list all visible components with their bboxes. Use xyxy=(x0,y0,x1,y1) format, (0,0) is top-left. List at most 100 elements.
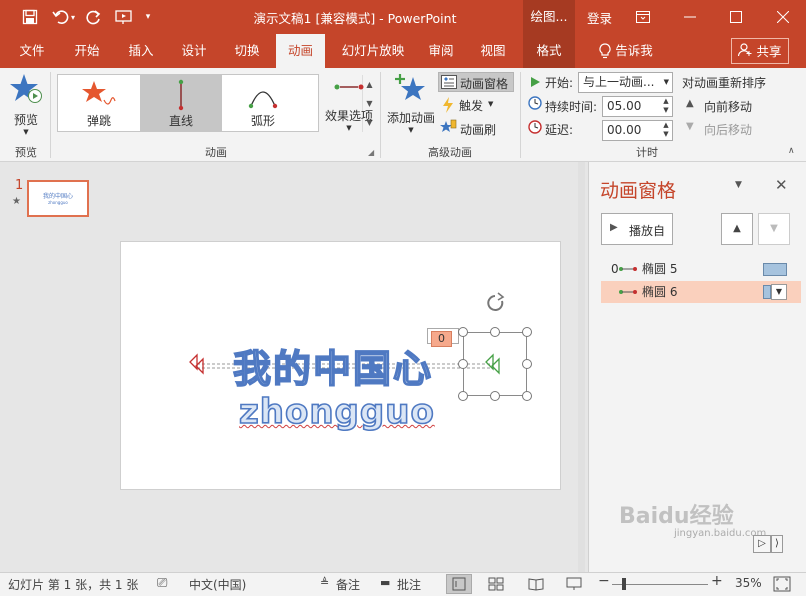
advanced-animation-group-label: 高级动画 xyxy=(428,146,472,159)
zoom-level[interactable]: 35% xyxy=(735,576,762,590)
language-indicator[interactable]: 中文(中国) xyxy=(189,576,246,593)
animation-order-tag[interactable]: 0 xyxy=(431,331,452,347)
animation-dialog-launcher-icon[interactable]: ◢ xyxy=(368,148,374,157)
animation-list-item[interactable]: 0 椭圆 5 xyxy=(601,258,801,280)
normal-view-button[interactable] xyxy=(446,574,472,594)
minimize-icon[interactable] xyxy=(671,0,709,34)
add-animation-button[interactable]: 添加动画 ▼ xyxy=(386,72,436,142)
lightbulb-icon xyxy=(595,34,615,68)
animation-item-line[interactable]: 直线 xyxy=(140,75,222,131)
add-animation-dropdown-icon: ▼ xyxy=(408,126,414,134)
preview-dropdown-icon: ▼ xyxy=(23,128,29,136)
tab-insert[interactable]: 插入 xyxy=(118,34,164,68)
vertical-scrollbar[interactable] xyxy=(578,162,585,572)
duration-field[interactable]: 05.00 ▲ ▼ xyxy=(602,96,673,117)
zoom-slider-track[interactable] xyxy=(612,584,708,585)
redo-icon[interactable] xyxy=(83,6,105,28)
tab-file[interactable]: 文件 xyxy=(9,34,55,68)
window-title: 演示文稿1 [兼容模式] - PowerPoint xyxy=(253,11,457,26)
start-from-beginning-icon[interactable] xyxy=(113,6,135,28)
tab-review[interactable]: 审阅 xyxy=(418,34,464,68)
pane-close-icon[interactable]: ✕ xyxy=(775,176,788,194)
preview-group-label: 预览 xyxy=(15,146,37,159)
effect-options-label: 效果选项 xyxy=(324,109,373,123)
preview-label: 预览 xyxy=(13,113,38,127)
start-dropdown-icon: ▼ xyxy=(663,78,669,86)
comments-button[interactable]: 批注 xyxy=(397,576,421,593)
start-dropdown[interactable]: 与上一动画... ▼ xyxy=(578,72,673,93)
animation-pane-title: 动画窗格 xyxy=(600,180,677,202)
arc-path-icon xyxy=(248,91,278,109)
maximize-icon[interactable] xyxy=(717,0,755,34)
pane-scroll-right[interactable]: ▷ xyxy=(753,535,771,553)
tab-animations[interactable]: 动画 xyxy=(276,34,325,68)
selection-handles xyxy=(458,292,532,401)
user-icon xyxy=(738,40,752,66)
slideshow-view-icon[interactable] xyxy=(566,577,582,591)
animation-pane-button[interactable]: 动画窗格 xyxy=(438,72,514,92)
notes-button[interactable]: 备注 xyxy=(336,576,360,593)
slide-sorter-icon[interactable] xyxy=(488,577,504,591)
zoom-in-button[interactable]: + xyxy=(711,573,723,589)
ribbon-display-options-icon[interactable] xyxy=(624,0,662,34)
wordart-heading[interactable]: 我的中国心 xyxy=(232,338,433,393)
login-link[interactable]: 登录 xyxy=(587,8,612,27)
animation-painter-button[interactable]: 动画刷 xyxy=(440,119,510,137)
tell-me-search[interactable]: 告诉我 xyxy=(614,34,654,68)
star-preview-icon xyxy=(10,74,42,103)
duration-spinner[interactable]: ▲ ▼ xyxy=(660,97,672,116)
delay-field[interactable]: 00.00 ▲ ▼ xyxy=(602,120,673,141)
reorder-title: 对动画重新排序 xyxy=(682,76,767,90)
close-icon[interactable] xyxy=(764,0,802,34)
zoom-out-button[interactable]: − xyxy=(598,573,610,589)
trigger-button[interactable]: 触发 ▼ xyxy=(442,96,502,114)
divider xyxy=(380,72,381,158)
preview-button[interactable]: 预览 ▼ xyxy=(6,72,46,136)
normal-view-icon xyxy=(452,577,466,591)
timeline-bar[interactable] xyxy=(763,263,787,276)
up-arrow-icon: ▲ xyxy=(686,98,694,109)
fit-to-window-icon[interactable] xyxy=(773,576,791,592)
pane-scroll-end[interactable]: ⟩ xyxy=(771,535,783,553)
comments-icon: ▬ xyxy=(380,576,391,589)
tab-slideshow[interactable]: 幻灯片放映 xyxy=(333,34,413,68)
spellcheck-icon[interactable]: ⎚ xyxy=(157,576,167,591)
contextual-group-title: 绘图... xyxy=(523,0,575,34)
ribbon: 预览 ▼ 预览 弹跳 直线 弧形 ▲ ▼ ▼ 效果选项 ▼ 动画 ◢ 添加动画 … xyxy=(0,68,806,162)
line-path-icon xyxy=(178,79,184,111)
collapse-ribbon-icon[interactable]: ∧ xyxy=(788,146,795,156)
play-from-button[interactable]: ▶ 播放自 xyxy=(601,213,673,245)
timeline-bar[interactable] xyxy=(763,285,771,299)
wordart-subheading[interactable]: zhongguo xyxy=(238,391,435,433)
move-later-button[interactable]: ▼ 向后移动 xyxy=(686,121,766,137)
item-dropdown-icon[interactable]: ▼ xyxy=(771,284,787,300)
reading-view-icon[interactable] xyxy=(528,577,544,591)
delay-value: 00.00 xyxy=(607,123,642,137)
tab-format[interactable]: 格式 xyxy=(523,34,575,68)
tab-home[interactable]: 开始 xyxy=(64,34,110,68)
save-icon[interactable] xyxy=(19,6,41,28)
tab-view[interactable]: 视图 xyxy=(470,34,516,68)
move-down-button[interactable]: ▼ xyxy=(758,213,790,245)
share-button[interactable]: 共享 xyxy=(731,38,789,64)
motion-path-icon xyxy=(619,267,637,271)
clock-icon xyxy=(528,96,542,110)
down-arrow-icon: ▼ xyxy=(686,121,694,132)
zoom-slider-thumb[interactable] xyxy=(622,578,626,590)
animation-item-arc[interactable]: 弧形 xyxy=(222,75,304,131)
delay-spinner[interactable]: ▲ ▼ xyxy=(660,121,672,140)
customize-qat-icon[interactable]: ▾ xyxy=(141,6,155,28)
animation-item-bounce[interactable]: 弹跳 xyxy=(58,75,140,131)
pane-options-icon[interactable]: ▼ xyxy=(735,180,742,190)
animation-list-item-selected[interactable]: 椭圆 6 ▼ xyxy=(601,281,801,303)
delay-icon xyxy=(528,120,542,134)
move-earlier-button[interactable]: ▲ 向前移动 xyxy=(686,98,766,114)
tab-design[interactable]: 设计 xyxy=(171,34,217,68)
slide-canvas[interactable]: 我的中国心 zhongguo 0 xyxy=(120,241,561,490)
effect-options-button[interactable]: 效果选项 ▼ xyxy=(323,74,375,138)
move-up-button[interactable]: ▲ xyxy=(721,213,753,245)
slide-thumbnail[interactable]: 我的中国心 zhongguo xyxy=(27,180,89,217)
undo-dropdown-icon[interactable]: ▾ xyxy=(68,6,78,28)
tab-transitions[interactable]: 切换 xyxy=(224,34,270,68)
trigger-label: 触发 xyxy=(459,99,484,113)
